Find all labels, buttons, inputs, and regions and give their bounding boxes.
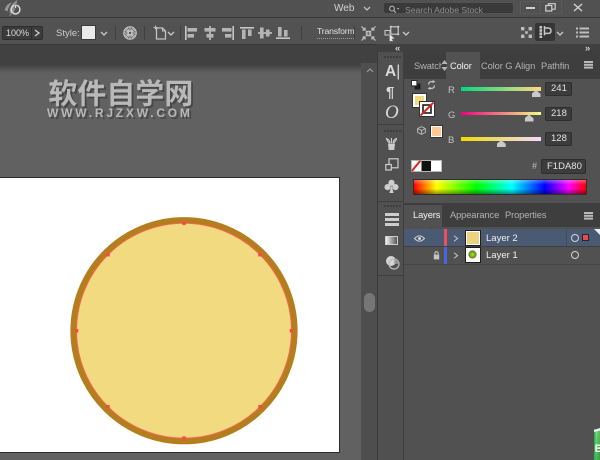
svg-text:B: B [595, 443, 600, 455]
